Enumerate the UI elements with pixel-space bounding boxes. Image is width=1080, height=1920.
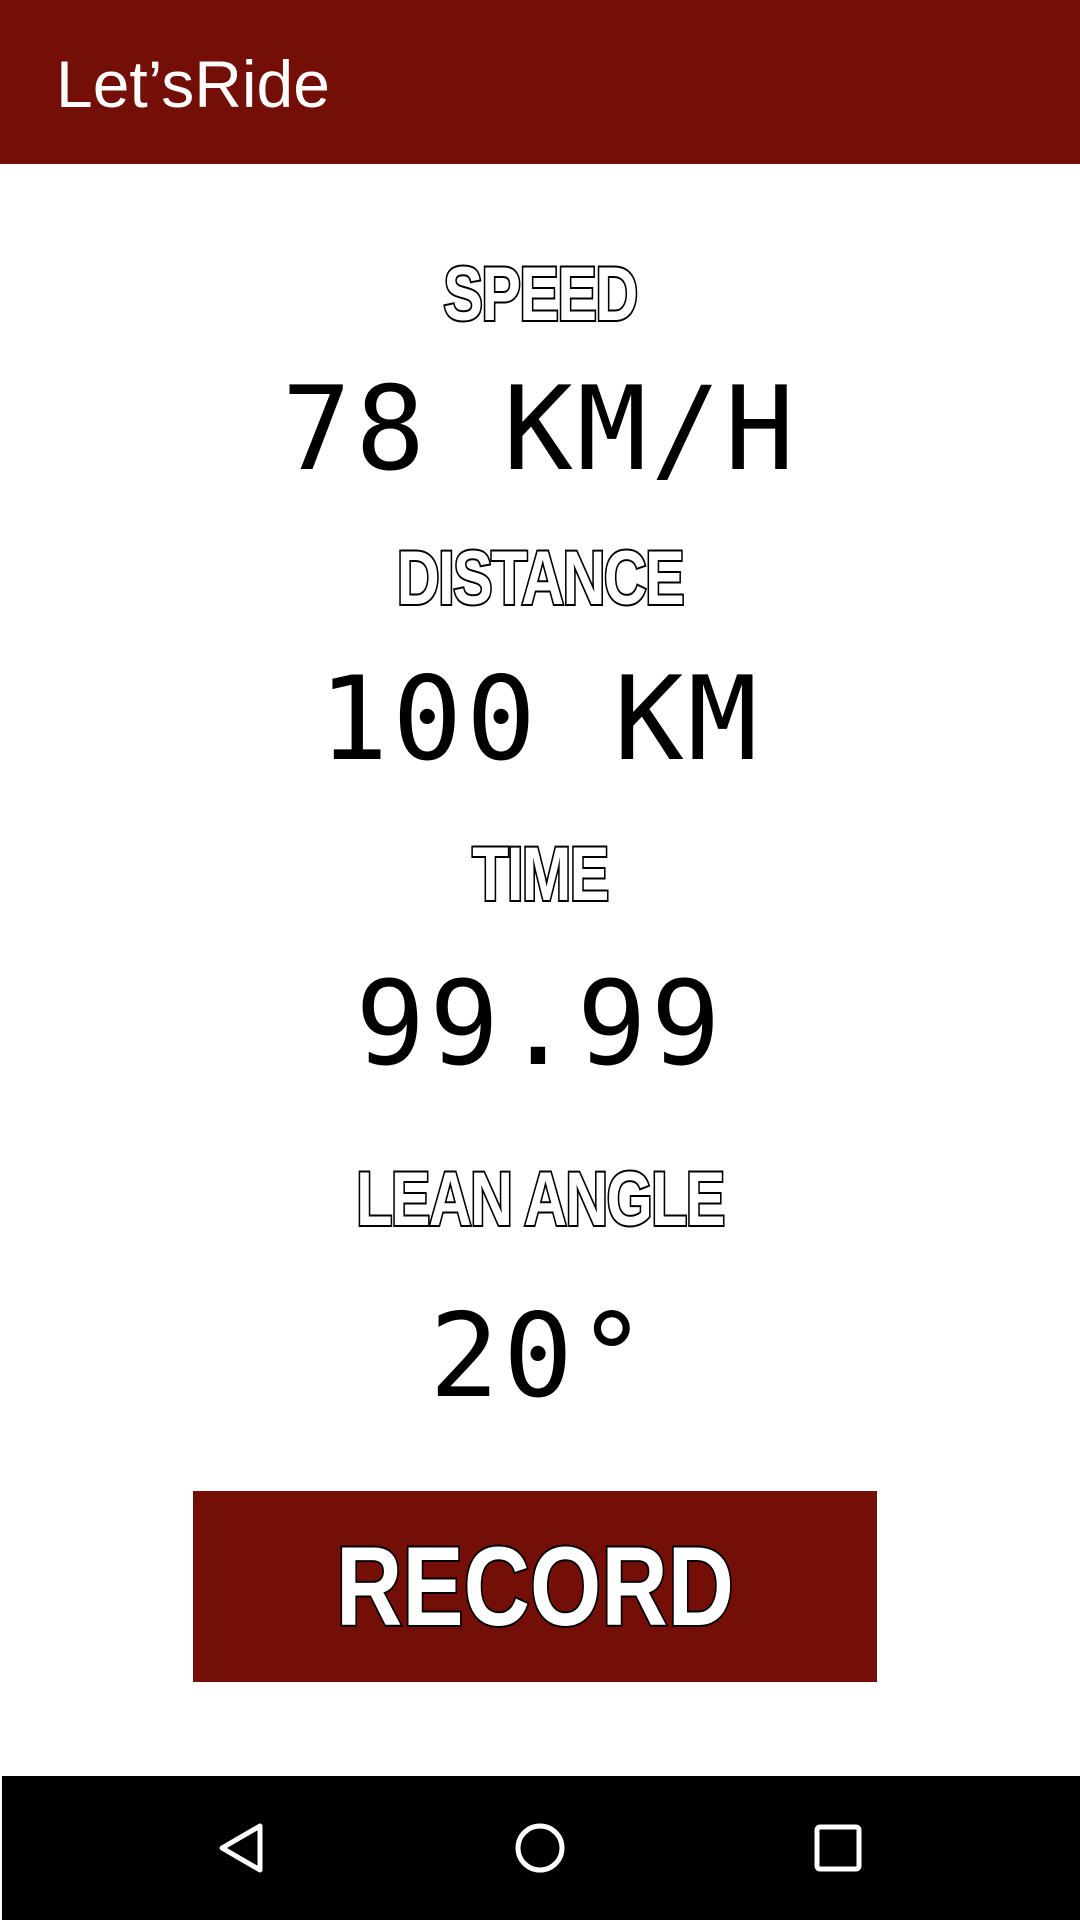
app-title: Let’sRide: [56, 47, 330, 121]
record-button[interactable]: RECORD: [193, 1491, 877, 1682]
app-screen: Let’sRide SPEED 78 KM/H DISTANCE 100 KM …: [0, 0, 1080, 1920]
home-circle-icon: [515, 1823, 565, 1873]
nav-recents-button[interactable]: [758, 1776, 918, 1920]
lean-angle-value: 20°: [429, 1289, 651, 1424]
recents-square-icon: [814, 1824, 862, 1872]
nav-back-button[interactable]: [162, 1776, 322, 1920]
time-value: 99.99: [355, 957, 725, 1092]
speed-label: SPEED: [442, 250, 640, 339]
speed-value: 78 KM/H: [281, 362, 799, 497]
time-label: TIME: [471, 830, 611, 919]
navigation-bar: [2, 1776, 1080, 1920]
back-triangle-icon: [219, 1823, 263, 1873]
nav-home-button[interactable]: [460, 1776, 620, 1920]
lean-angle-label: LEAN ANGLE: [355, 1155, 727, 1244]
distance-value: 100 KM: [318, 652, 762, 787]
distance-label: DISTANCE: [395, 534, 686, 623]
record-button-label: RECORD: [334, 1524, 735, 1649]
app-bar: Let’sRide: [0, 0, 1080, 164]
